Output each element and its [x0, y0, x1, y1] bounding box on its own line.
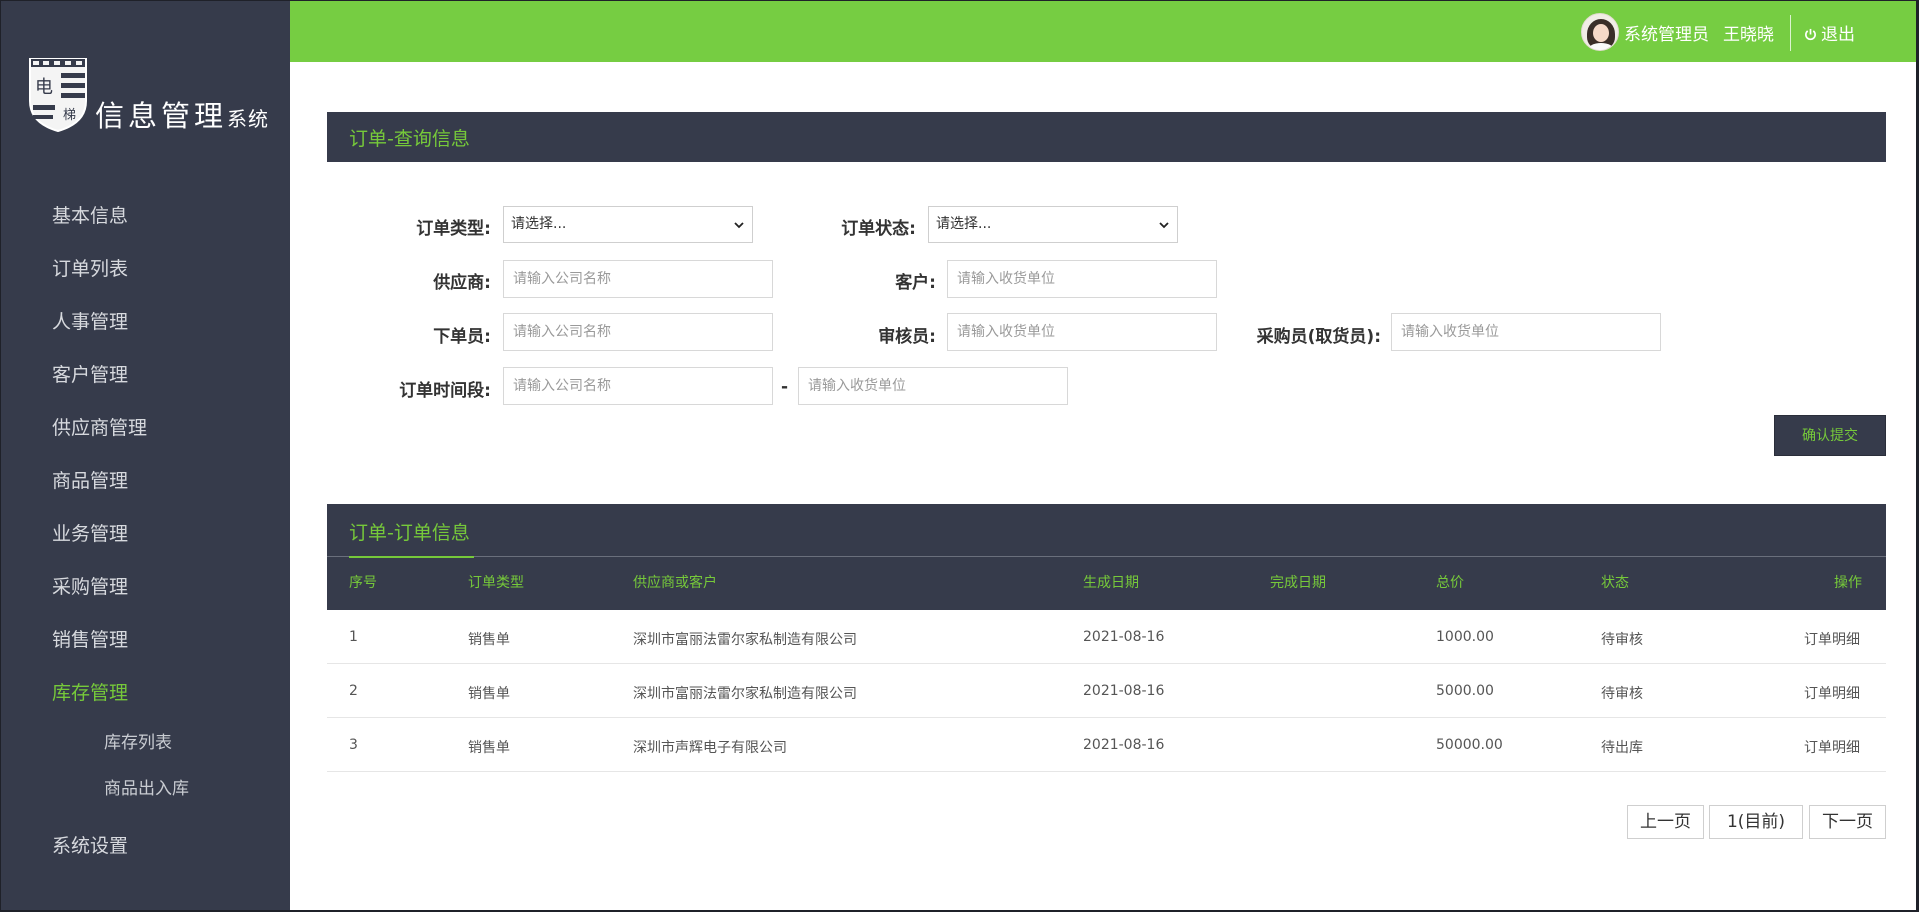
app-frame: 电 梯 信息管理系统 基本信息 订单列表 人事管理 客户管理 供应商管理 商品管…	[1, 1, 1916, 910]
orderer-label: 下单员:	[433, 327, 491, 347]
order-type-label: 订单类型:	[416, 219, 491, 239]
cell-status: 待审核	[1601, 632, 1643, 648]
chevron-down-icon	[1159, 222, 1169, 229]
column-header-total[interactable]: 总价	[1436, 572, 1464, 592]
logo-title: 信息管理系统	[95, 93, 269, 135]
table-row: 3 销售单 深圳市声辉电子有限公司 2021-08-16 50000.00 待出…	[327, 718, 1886, 772]
sidebar-item-inventory[interactable]: 库存管理	[1, 671, 290, 724]
topbar-divider	[1790, 15, 1791, 51]
order-status-select[interactable]: 请选择...	[928, 206, 1178, 243]
table-row: 2 销售单 深圳市富丽法雷尔家私制造有限公司 2021-08-16 5000.0…	[327, 664, 1886, 718]
cell-total: 50000.00	[1436, 737, 1503, 753]
orderer-input[interactable]	[503, 313, 773, 351]
logo-badge-char: 梯	[63, 108, 76, 123]
column-header-status[interactable]: 状态	[1601, 572, 1629, 592]
user-role: 系统管理员	[1624, 25, 1709, 45]
order-detail-link[interactable]: 订单明细	[1804, 629, 1860, 649]
sidebar-item-settings[interactable]: 系统设置	[1, 824, 290, 877]
sidebar-nav: 基本信息 订单列表 人事管理 客户管理 供应商管理 商品管理 业务管理 采购管理…	[1, 194, 290, 877]
order-type-select[interactable]: 请选择...	[503, 206, 753, 243]
order-type-selected: 请选择...	[511, 216, 567, 232]
sidebar-item-order-list[interactable]: 订单列表	[1, 247, 290, 300]
logo-title-tail: 系统	[227, 107, 270, 131]
cell-no: 2	[349, 683, 358, 699]
logo-title-main: 信息管理	[95, 99, 228, 133]
period-start-input[interactable]	[503, 367, 773, 405]
chevron-down-icon	[734, 222, 744, 229]
cell-type: 销售单	[468, 632, 510, 648]
submit-button[interactable]: 确认提交	[1774, 415, 1886, 456]
sidebar-item-basic-info[interactable]: 基本信息	[1, 194, 290, 247]
avatar[interactable]	[1581, 13, 1619, 51]
column-header-created[interactable]: 生成日期	[1083, 572, 1139, 592]
buyer-label: 采购员(取货员):	[1256, 327, 1381, 347]
cell-party: 深圳市富丽法雷尔家私制造有限公司	[633, 632, 857, 648]
period-end-input[interactable]	[798, 367, 1068, 405]
cell-status: 待出库	[1601, 740, 1643, 756]
power-icon	[1805, 28, 1816, 41]
sidebar-item-suppliers[interactable]: 供应商管理	[1, 406, 290, 459]
cell-no: 3	[349, 737, 358, 753]
cell-type: 销售单	[468, 740, 510, 756]
cell-no: 1	[349, 629, 358, 645]
sidebar: 电 梯 信息管理系统 基本信息 订单列表 人事管理 客户管理 供应商管理 商品管…	[1, 1, 290, 910]
sidebar-item-purchasing[interactable]: 采购管理	[1, 565, 290, 618]
logout-button[interactable]: 退出	[1804, 20, 1855, 45]
logo: 电 梯 信息管理系统	[27, 53, 277, 135]
buyer-input[interactable]	[1391, 313, 1661, 351]
query-panel-header: 订单-查询信息	[327, 112, 1886, 162]
query-panel-title: 订单-查询信息	[349, 128, 470, 150]
cell-status: 待审核	[1601, 686, 1643, 702]
sidebar-item-personnel[interactable]: 人事管理	[1, 300, 290, 353]
column-header-action[interactable]: 操作	[1834, 572, 1862, 592]
cell-total: 1000.00	[1436, 629, 1494, 645]
supplier-label: 供应商:	[433, 273, 491, 293]
supplier-input[interactable]	[503, 260, 773, 298]
auditor-label: 审核员:	[878, 327, 936, 347]
column-header-party[interactable]: 供应商或客户	[633, 572, 717, 592]
cell-created: 2021-08-16	[1083, 683, 1165, 699]
order-status-selected: 请选择...	[936, 216, 992, 232]
next-page-button[interactable]: 下一页	[1809, 805, 1886, 839]
period-label: 订单时间段:	[399, 381, 491, 401]
sidebar-item-customers[interactable]: 客户管理	[1, 353, 290, 406]
order-panel-header: 订单-订单信息	[327, 504, 1886, 610]
top-bar: 系统管理员 王晓晓 退出	[290, 1, 1916, 62]
prev-page-button[interactable]: 上一页	[1627, 805, 1704, 839]
cell-party: 深圳市声辉电子有限公司	[633, 740, 787, 756]
cell-total: 5000.00	[1436, 683, 1494, 699]
order-detail-link[interactable]: 订单明细	[1804, 737, 1860, 757]
logout-label: 退出	[1821, 25, 1855, 45]
order-detail-link[interactable]: 订单明细	[1804, 683, 1860, 703]
user-name: 王晓晓	[1723, 25, 1774, 45]
column-header-type[interactable]: 订单类型	[468, 572, 524, 592]
cell-created: 2021-08-16	[1083, 737, 1165, 753]
order-status-label: 订单状态:	[841, 219, 916, 239]
sidebar-item-business[interactable]: 业务管理	[1, 512, 290, 565]
column-header-finished[interactable]: 完成日期	[1270, 572, 1326, 592]
sidebar-subitem-inventory-list[interactable]: 库存列表	[1, 724, 290, 770]
logo-badge-char: 电	[35, 77, 53, 98]
table-row: 1 销售单 深圳市富丽法雷尔家私制造有限公司 2021-08-16 1000.0…	[327, 610, 1886, 664]
customer-input[interactable]	[947, 260, 1217, 298]
header-divider	[327, 556, 1886, 557]
customer-label: 客户:	[895, 273, 936, 293]
cell-type: 销售单	[468, 686, 510, 702]
current-page-button[interactable]: 1(目前)	[1709, 805, 1803, 839]
auditor-input[interactable]	[947, 313, 1217, 351]
order-panel-title: 订单-订单信息	[349, 522, 470, 544]
period-separator: -	[781, 377, 789, 397]
column-header-no[interactable]: 序号	[349, 572, 377, 592]
cell-party: 深圳市富丽法雷尔家私制造有限公司	[633, 686, 857, 702]
elevator-shield-logo-icon: 电 梯	[29, 58, 87, 133]
sidebar-item-sales[interactable]: 销售管理	[1, 618, 290, 671]
cell-created: 2021-08-16	[1083, 629, 1165, 645]
title-underline	[349, 556, 474, 558]
sidebar-subitem-stock-in-out[interactable]: 商品出入库	[1, 770, 290, 816]
sidebar-item-products[interactable]: 商品管理	[1, 459, 290, 512]
